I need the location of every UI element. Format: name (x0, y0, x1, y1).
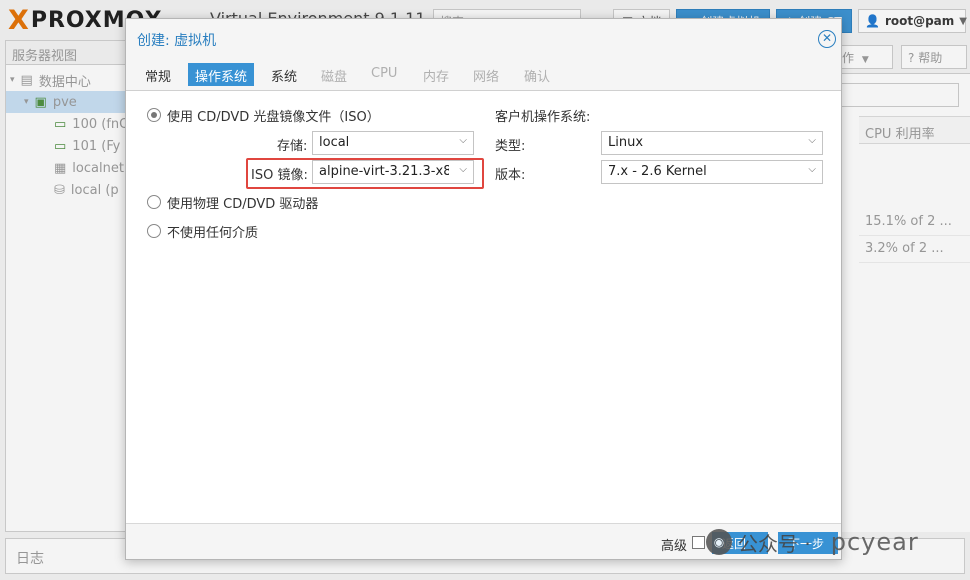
os-version-select[interactable]: 7.x - 2.6 Kernel ⌵ (601, 160, 823, 184)
dialog-title: 创建: 虚拟机 (137, 33, 217, 49)
iso-radio[interactable] (147, 108, 161, 122)
advanced-checkbox[interactable] (692, 536, 705, 549)
create-vm-dialog: 创建: 虚拟机 ✕ 常规 操作系统 系统 磁盘 CPU 内存 网络 确认 使用 … (125, 18, 842, 560)
tab-memory: 内存 (423, 70, 450, 85)
watermark-text: 公众号 · (738, 531, 811, 556)
physical-drive-radio[interactable] (147, 195, 161, 209)
os-type-select[interactable]: Linux ⌵ (601, 131, 823, 155)
tab-cpu: CPU (371, 66, 398, 81)
guest-os-heading: 客户机操作系统: (495, 110, 591, 125)
no-media-option-label[interactable]: 不使用任何介质 (167, 222, 258, 241)
tab-network: 网络 (473, 70, 500, 85)
tab-system[interactable]: 系统 (264, 63, 304, 86)
os-version-value: 7.x - 2.6 Kernel (608, 164, 707, 179)
close-icon[interactable]: ✕ (818, 30, 836, 48)
physical-drive-option-label[interactable]: 使用物理 CD/DVD 驱动器 (167, 193, 318, 212)
tab-general[interactable]: 常规 (138, 63, 178, 86)
chevron-down-icon: ⌵ (459, 135, 467, 146)
tab-disks: 磁盘 (321, 70, 348, 85)
os-type-value: Linux (608, 135, 644, 150)
advanced-label: 高级 (661, 539, 688, 554)
dialog-body: 使用 CD/DVD 光盘镜像文件（ISO） 存储: local ⌵ ISO 镜像… (126, 91, 841, 523)
storage-label: 存储: (277, 139, 308, 154)
tab-confirm: 确认 (524, 70, 551, 85)
watermark: ◉ 公众号 · pcyear (706, 527, 919, 557)
highlight-box (246, 158, 484, 189)
chevron-down-icon: ⌵ (808, 164, 816, 175)
storage-select[interactable]: local ⌵ (312, 131, 474, 155)
wechat-icon: ◉ (706, 529, 732, 555)
storage-value: local (319, 135, 350, 150)
chevron-down-icon: ⌵ (808, 135, 816, 146)
watermark-brand: pcyear (830, 528, 919, 556)
dialog-tab-bar: 常规 操作系统 系统 磁盘 CPU 内存 网络 确认 (126, 61, 841, 91)
dialog-header: 创建: 虚拟机 ✕ (126, 19, 841, 61)
tab-os[interactable]: 操作系统 (188, 63, 255, 86)
os-version-label: 版本: (495, 168, 526, 183)
iso-option-label[interactable]: 使用 CD/DVD 光盘镜像文件（ISO） (167, 106, 380, 125)
no-media-radio[interactable] (147, 224, 161, 238)
os-type-label: 类型: (495, 139, 526, 154)
